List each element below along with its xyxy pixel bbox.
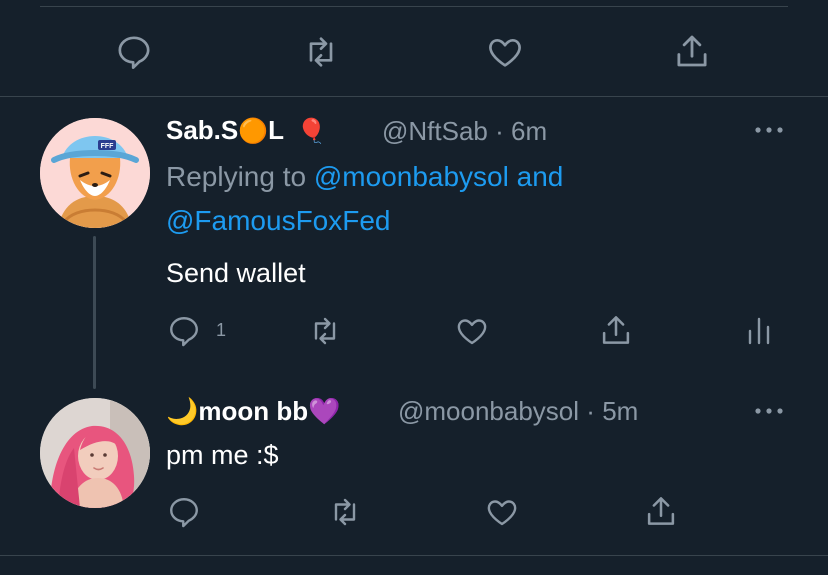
balloon-emoji: 🎈 (296, 118, 327, 145)
crescent-moon-emoji: 🌙 (166, 396, 199, 426)
replying-to: Replying to @moonbabysol and (166, 161, 563, 193)
display-name[interactable]: Sab.S🟠L 🎈 (166, 115, 327, 146)
more-icon[interactable] (752, 401, 786, 421)
divider (0, 96, 828, 97)
separator: · (586, 396, 595, 426)
display-name-part1: Sab.S (166, 115, 239, 145)
replying-joiner[interactable]: and (517, 161, 564, 192)
timestamp[interactable]: 5m (602, 396, 638, 426)
pink-hair-person-avatar (40, 398, 150, 508)
handle-timestamp[interactable]: @NftSab · 6m (382, 116, 547, 147)
share-icon[interactable] (671, 30, 713, 72)
analytics-icon[interactable] (744, 313, 774, 347)
handle-timestamp[interactable]: @moonbabysol · 5m (398, 396, 638, 427)
handle[interactable]: @NftSab (382, 116, 488, 146)
avatar[interactable] (40, 398, 150, 508)
display-name-text: moon bb (198, 396, 309, 426)
tweet-text: pm me :$ (166, 440, 279, 470)
reply-icon[interactable] (114, 32, 154, 72)
like-icon[interactable] (484, 494, 520, 530)
thread-line (93, 236, 96, 389)
orange-circle-emoji: 🟠 (238, 118, 269, 145)
like-icon[interactable] (454, 313, 490, 349)
reply-count: 1 (216, 320, 227, 340)
retweet-icon[interactable] (326, 494, 364, 530)
divider (0, 555, 828, 556)
fox-with-bucket-hat-avatar: FFF (40, 118, 150, 228)
share-icon[interactable] (642, 492, 680, 530)
top-divider (40, 6, 788, 7)
reply-icon[interactable] (166, 494, 202, 530)
avatar[interactable]: FFF (40, 118, 150, 228)
retweet-icon[interactable] (306, 313, 344, 349)
like-icon[interactable] (485, 32, 525, 72)
tweet-text: Send wallet (166, 258, 306, 288)
more-icon[interactable] (752, 120, 786, 140)
separator: · (495, 116, 504, 146)
purple-heart-emoji: 💜 (308, 396, 341, 426)
retweet-icon[interactable] (300, 32, 342, 72)
display-name-part2: L (268, 115, 284, 145)
handle[interactable]: @moonbabysol (398, 396, 579, 426)
replying-prefix: Replying to (166, 161, 307, 192)
mention-link[interactable]: @FamousFoxFed (166, 205, 391, 237)
svg-text:FFF: FFF (101, 143, 115, 150)
share-icon[interactable] (597, 311, 635, 349)
timestamp[interactable]: 6m (511, 116, 547, 146)
display-name[interactable]: 🌙moon bb💜 (166, 396, 341, 427)
reply-icon[interactable] (166, 313, 202, 349)
mention-link[interactable]: @moonbabysol (314, 161, 509, 192)
